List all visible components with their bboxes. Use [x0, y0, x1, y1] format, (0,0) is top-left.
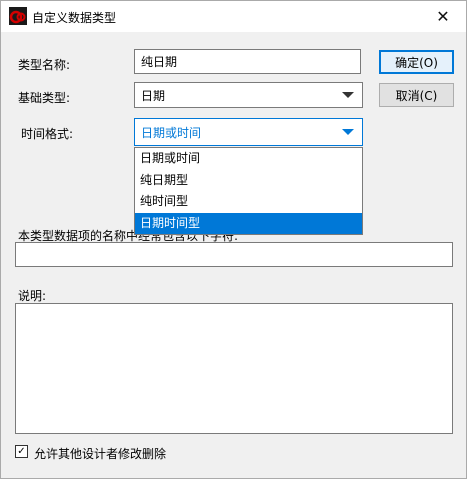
base-type-select[interactable]: 日期: [134, 82, 363, 108]
dropdown-option[interactable]: 纯时间型: [135, 191, 362, 213]
base-type-label: 基础类型:: [18, 91, 71, 105]
time-format-dropdown-list: 日期或时间 纯日期型 纯时间型 日期时间型: [134, 147, 363, 235]
chevron-down-icon: [342, 92, 354, 98]
description-textarea[interactable]: [15, 303, 453, 434]
chevron-down-icon: [342, 129, 354, 135]
dropdown-option[interactable]: 纯日期型: [135, 170, 362, 192]
cancel-button[interactable]: 取消(C): [379, 83, 454, 107]
title-bar[interactable]: 自定义数据类型 ✕: [1, 1, 466, 32]
type-name-input[interactable]: 纯日期: [134, 49, 361, 74]
time-format-value: 日期或时间: [141, 125, 202, 140]
dropdown-option[interactable]: 日期或时间: [135, 148, 362, 170]
time-format-label: 时间格式:: [21, 127, 74, 141]
allow-modify-label: 允许其他设计者修改删除: [34, 447, 167, 461]
description-label: 说明:: [18, 289, 47, 303]
base-type-value: 日期: [141, 88, 166, 103]
app-icon: [9, 7, 27, 25]
ok-button[interactable]: 确定(O): [379, 50, 454, 74]
dropdown-option-highlighted[interactable]: 日期时间型: [135, 212, 362, 234]
allow-modify-checkbox[interactable]: ✓: [15, 445, 28, 458]
close-icon[interactable]: ✕: [420, 1, 466, 32]
name-list-input[interactable]: [15, 242, 453, 267]
time-format-select[interactable]: 日期或时间: [134, 118, 363, 146]
dialog-window: 自定义数据类型 ✕ 类型名称: 纯日期 基础类型: 日期 时间格式: 日期或时间…: [0, 0, 467, 479]
window-title: 自定义数据类型: [32, 11, 117, 25]
type-name-label: 类型名称:: [18, 58, 71, 72]
